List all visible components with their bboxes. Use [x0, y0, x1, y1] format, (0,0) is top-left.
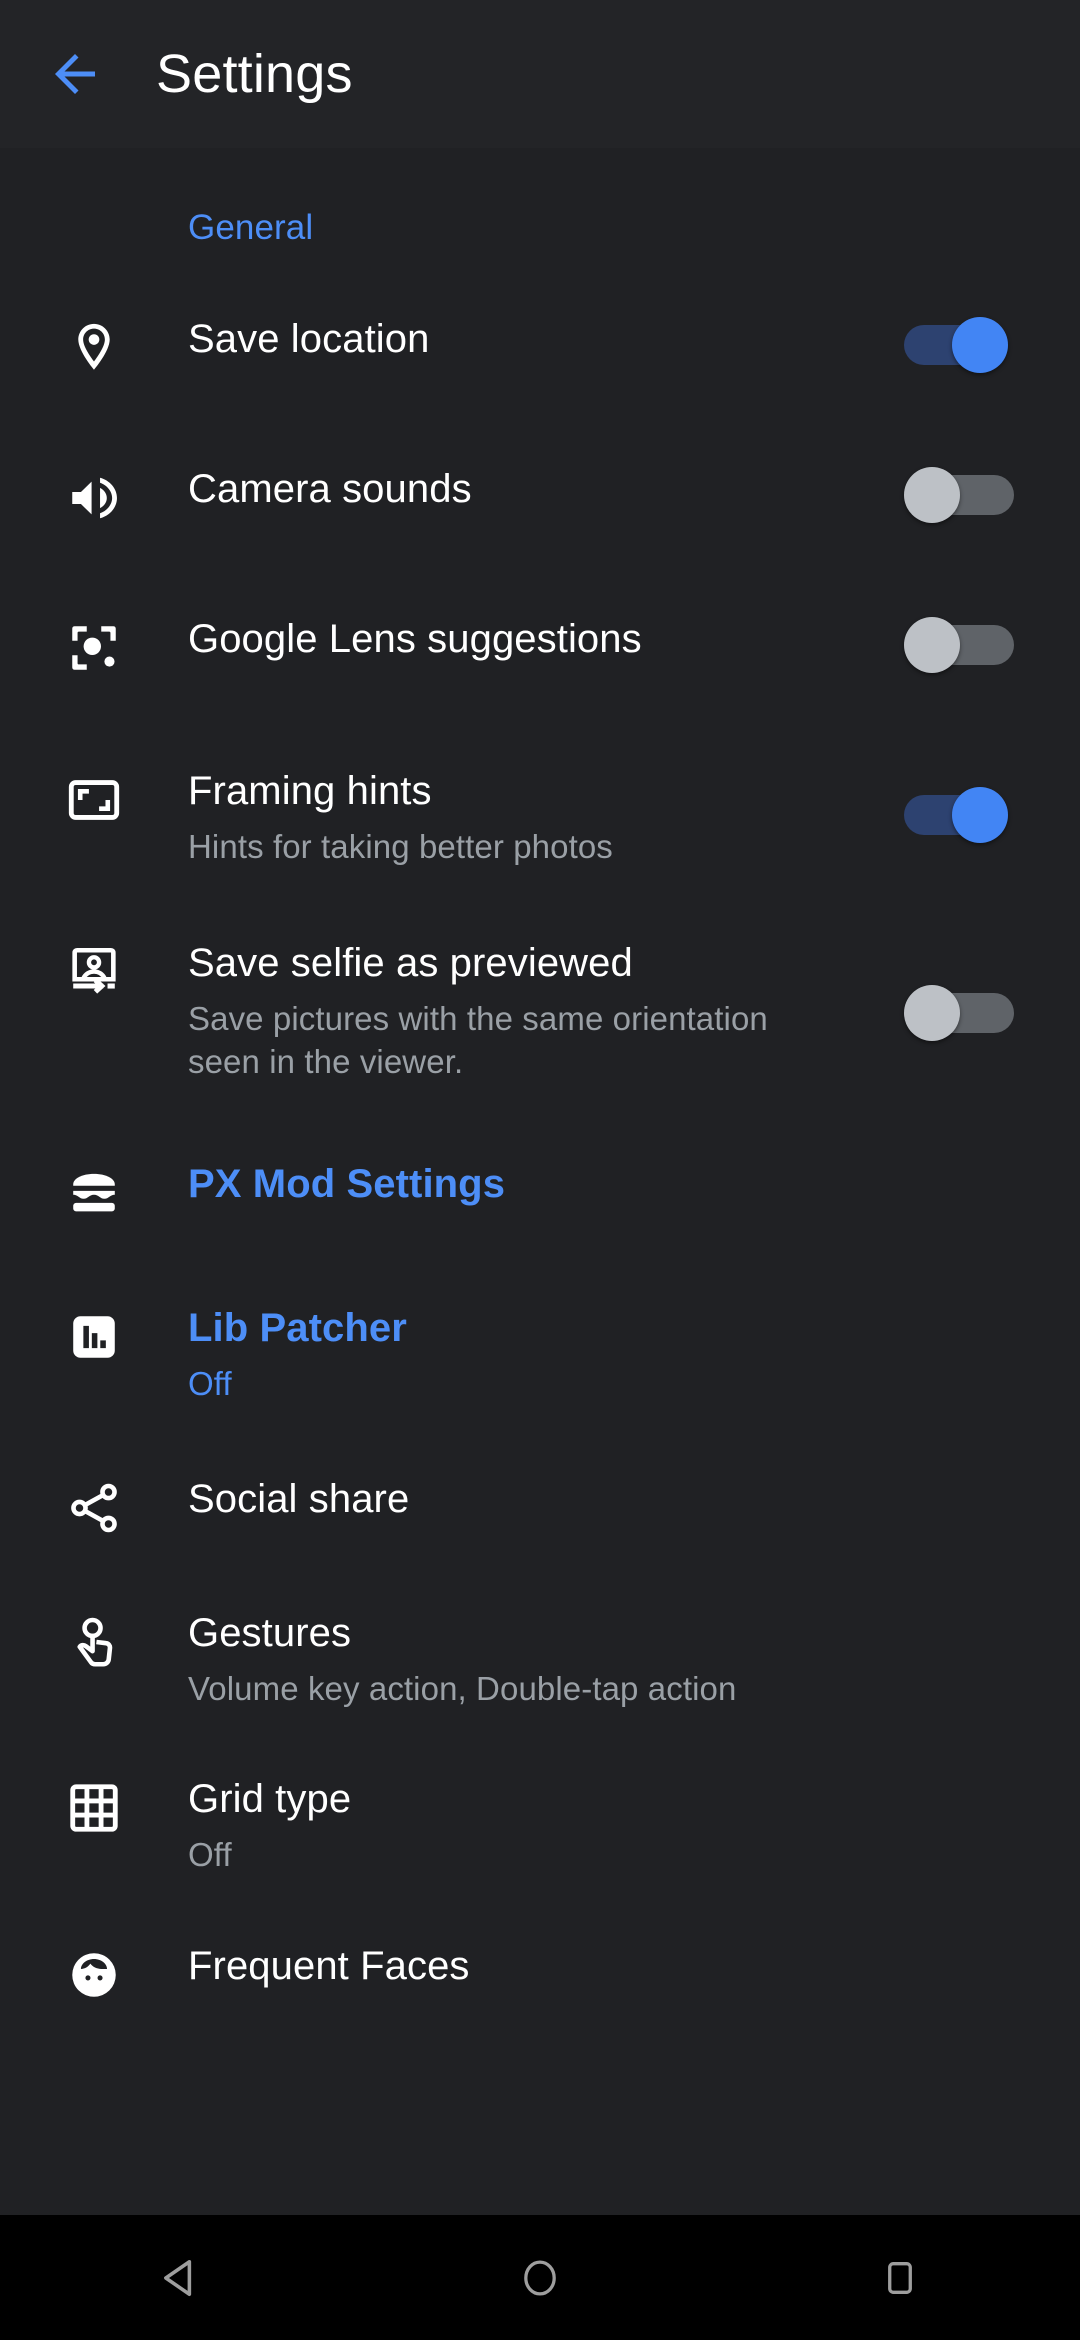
settings-screen: Settings General Save location Camera so… — [0, 0, 1080, 2340]
toggle-thumb — [952, 317, 1008, 373]
location-pin-icon — [0, 317, 188, 377]
back-triangle-icon — [155, 2253, 205, 2303]
toggle-thumb — [952, 787, 1008, 843]
arrow-left-icon — [45, 44, 105, 104]
setting-text: Google Lens suggestions — [188, 617, 904, 661]
system-navigation-bar — [0, 2215, 1080, 2340]
home-circle-icon — [517, 2255, 563, 2301]
setting-title: Save location — [188, 317, 430, 361]
google-lens-icon — [0, 617, 188, 677]
setting-title: Framing hints — [188, 769, 432, 813]
toggle-thumb — [904, 617, 960, 673]
toggle-thumb — [904, 984, 960, 1041]
setting-title: Social share — [188, 1477, 410, 1522]
setting-text: Lib Patcher Off — [188, 1306, 1080, 1406]
setting-text: Save location — [188, 317, 904, 361]
touch-gesture-icon — [0, 1611, 188, 1671]
volume-up-icon — [0, 467, 188, 527]
setting-text: Save selfie as previewed Save pictures w… — [188, 941, 904, 1084]
setting-row-save-selfie[interactable]: Save selfie as previewed Save pictures w… — [0, 941, 1080, 1084]
setting-text: Gestures Volume key action, Double-tap a… — [188, 1611, 1080, 1711]
grid-icon — [0, 1777, 188, 1837]
setting-title: Save selfie as previewed — [188, 940, 633, 985]
toggle-framing-hints[interactable] — [904, 787, 1014, 843]
setting-row-gestures[interactable]: Gestures Volume key action, Double-tap a… — [0, 1611, 1080, 1711]
app-bar: Settings — [0, 0, 1080, 148]
nav-home-button[interactable] — [360, 2215, 720, 2340]
setting-subtitle: Save pictures with the same orientation … — [188, 999, 768, 1081]
recents-square-icon — [878, 2256, 922, 2300]
setting-subtitle: Volume key action, Double-tap action — [188, 1670, 737, 1708]
burger-menu-icon — [0, 1162, 188, 1222]
setting-title: Lib Patcher — [188, 1305, 407, 1350]
setting-title: Gestures — [188, 1611, 352, 1656]
nav-back-button[interactable] — [0, 2215, 360, 2340]
framing-hints-icon — [0, 769, 188, 829]
toggle-save-selfie[interactable] — [904, 984, 1014, 1041]
share-icon — [0, 1477, 188, 1537]
nav-recents-button[interactable] — [720, 2215, 1080, 2340]
setting-title: PX Mod Settings — [188, 1161, 506, 1206]
toggle-thumb — [904, 467, 960, 523]
section-header-general: General — [188, 208, 314, 247]
setting-text: Frequent Faces — [188, 1944, 1080, 1988]
setting-control — [904, 769, 1080, 843]
setting-row-social-share[interactable]: Social share — [0, 1477, 1080, 1537]
toggle-save-location[interactable] — [904, 317, 1014, 373]
setting-control — [904, 467, 1080, 523]
setting-control — [904, 941, 1080, 1041]
setting-subtitle: Off — [188, 1364, 232, 1402]
setting-row-google-lens[interactable]: Google Lens suggestions — [0, 617, 1080, 677]
setting-text: Camera sounds — [188, 467, 904, 511]
face-icon — [0, 1944, 188, 2004]
setting-control — [904, 617, 1080, 673]
setting-control — [904, 317, 1080, 373]
setting-text: Social share — [188, 1477, 1080, 1521]
setting-row-frequent-faces[interactable]: Frequent Faces — [0, 1944, 1080, 2004]
setting-row-framing-hints[interactable]: Framing hints Hints for taking better ph… — [0, 769, 1080, 869]
setting-row-camera-sounds[interactable]: Camera sounds — [0, 467, 1080, 527]
setting-title: Google Lens suggestions — [188, 617, 642, 661]
back-button[interactable] — [0, 0, 150, 148]
setting-row-lib-patcher[interactable]: Lib Patcher Off — [0, 1306, 1080, 1406]
setting-row-px-mod-settings[interactable]: PX Mod Settings — [0, 1162, 1080, 1222]
settings-list[interactable]: General Save location Camera sounds Goog… — [0, 148, 1080, 2215]
setting-title: Frequent Faces — [188, 1944, 470, 1989]
toggle-camera-sounds[interactable] — [904, 467, 1014, 523]
page-title: Settings — [156, 44, 353, 104]
setting-title: Camera sounds — [188, 467, 472, 511]
setting-title: Grid type — [188, 1776, 352, 1821]
setting-text: Framing hints Hints for taking better ph… — [188, 769, 904, 869]
setting-subtitle: Off — [188, 1835, 232, 1873]
setting-subtitle: Hints for taking better photos — [188, 828, 613, 865]
flip-selfie-icon — [0, 941, 188, 1001]
setting-text: Grid type Off — [188, 1777, 1080, 1877]
setting-row-save-location[interactable]: Save location — [0, 317, 1080, 377]
setting-row-grid-type[interactable]: Grid type Off — [0, 1777, 1080, 1877]
bar-chart-icon — [0, 1306, 188, 1366]
setting-text: PX Mod Settings — [188, 1162, 1080, 1206]
toggle-google-lens[interactable] — [904, 617, 1014, 673]
